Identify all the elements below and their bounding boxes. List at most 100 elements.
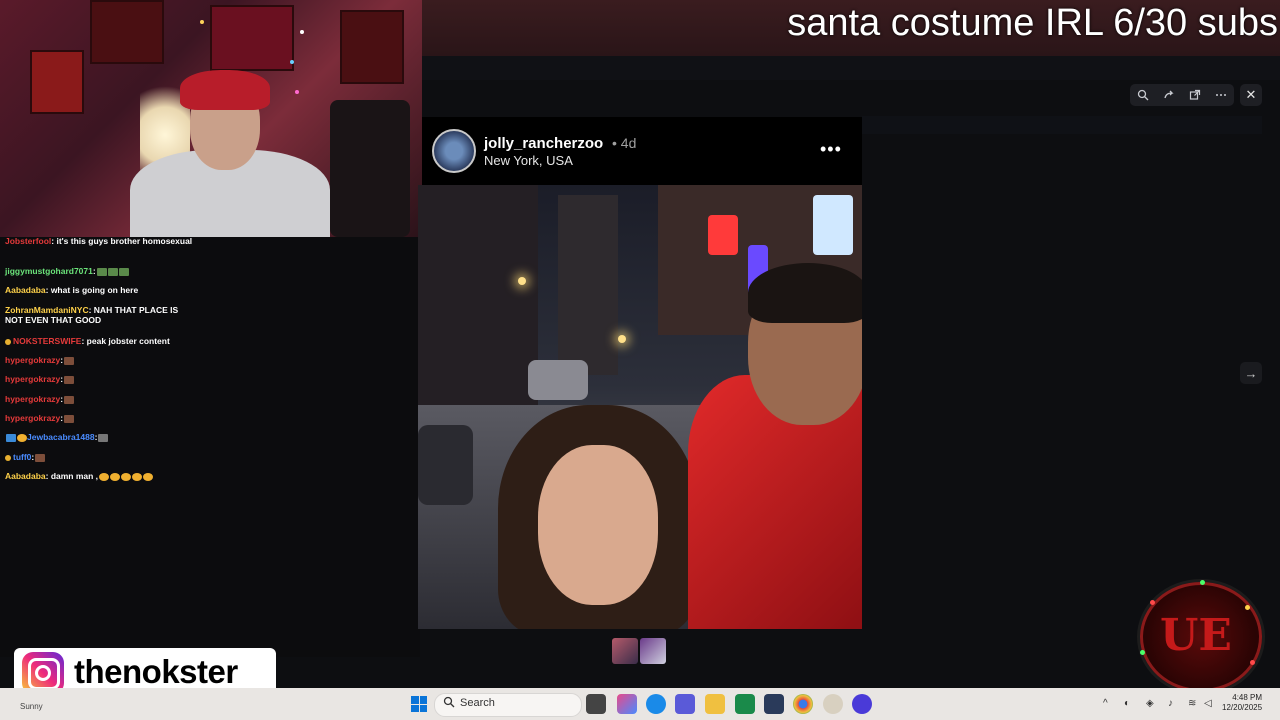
- chat-text: : damn man ,: [45, 471, 99, 481]
- chat-text: :: [92, 266, 96, 276]
- more-options-icon[interactable]: •••: [820, 139, 842, 160]
- chat-text: :: [31, 452, 35, 462]
- emote-icon: [96, 267, 107, 276]
- emote-icon: [132, 472, 143, 481]
- chat-username: Jobsterfool: [5, 236, 52, 246]
- chat-text: :: [60, 374, 64, 384]
- chat-username: jiggymustgohard7071: [5, 266, 93, 276]
- badge-icon: [6, 433, 16, 442]
- post-header: jolly_rancherzoo • 4d New York, USA •••: [422, 117, 862, 185]
- webcam-feed: [0, 0, 422, 237]
- microphone-icon[interactable]: ♪: [1168, 698, 1173, 709]
- logo-light: [1250, 660, 1255, 665]
- chat-text: : it's this guys brother homosexual: [51, 236, 193, 246]
- photo-building: [558, 195, 618, 375]
- chat-message: ZohranMamdaniNYC: NAH THAT PLACE IS NOT …: [5, 305, 195, 325]
- weather-widget[interactable]: Sunny: [20, 702, 43, 711]
- chat-username: hypergokrazy: [5, 355, 61, 365]
- chat-username: hypergokrazy: [5, 374, 61, 384]
- chat-text: :: [60, 394, 64, 404]
- chat-message: Jewbacabra1488:: [5, 432, 195, 442]
- emote-icon: [118, 267, 129, 276]
- emote-icon: [143, 472, 154, 481]
- badge-icon: [17, 433, 27, 442]
- instagram-handle: thenokster: [74, 653, 238, 690]
- edge-icon[interactable]: [646, 694, 666, 714]
- clock-date: 12/20/2025: [1222, 703, 1263, 712]
- post-age: • 4d: [612, 135, 637, 151]
- gaming-chair: [330, 100, 410, 237]
- chat-message: tuff0:: [5, 452, 195, 462]
- emote-icon: [64, 414, 75, 423]
- instagram-post: jolly_rancherzoo • 4d New York, USA •••: [418, 117, 862, 629]
- logo-light: [1200, 580, 1205, 585]
- teams-icon[interactable]: [675, 694, 695, 714]
- task-view-icon[interactable]: [586, 694, 606, 714]
- avatar[interactable]: [432, 129, 476, 173]
- string-light: [300, 30, 304, 34]
- post-location[interactable]: New York, USA: [484, 153, 573, 168]
- search-icon: [443, 696, 457, 710]
- more-horizontal-icon[interactable]: [1214, 88, 1228, 102]
- photo-car: [528, 360, 588, 400]
- windows-taskbar: [0, 688, 1280, 720]
- thumbnail[interactable]: [612, 638, 638, 664]
- chat-message: NOKSTERSWIFE: peak jobster content: [5, 336, 195, 346]
- page-header-strip: [422, 56, 1280, 80]
- faded-background-strip: [862, 116, 1262, 134]
- logo-light: [1150, 600, 1155, 605]
- chat-text: :: [60, 355, 64, 365]
- volume-icon[interactable]: ◁: [1204, 698, 1212, 709]
- chat-message: Aabadaba: what is going on here: [5, 285, 195, 295]
- wifi-icon[interactable]: ≋: [1188, 698, 1196, 709]
- close-viewer-button[interactable]: ✕: [1240, 84, 1262, 106]
- chat-message: jiggymustgohard7071:: [5, 266, 195, 276]
- file-explorer-icon[interactable]: [705, 694, 725, 714]
- next-image-button[interactable]: →: [1240, 362, 1262, 384]
- windows-start-icon[interactable]: [411, 696, 427, 712]
- copilot-icon[interactable]: [617, 694, 637, 714]
- emote-icon: [64, 356, 75, 365]
- chat-text: : peak jobster content: [81, 336, 170, 346]
- chat-message: Aabadaba: damn man ,: [5, 471, 195, 481]
- close-icon: ✕: [1245, 87, 1257, 102]
- tray-app-icon[interactable]: ◈: [1146, 698, 1154, 709]
- chat-text: :: [60, 413, 64, 423]
- excel-icon[interactable]: [735, 694, 755, 714]
- taskbar-clock[interactable]: 4:48 PM 12/20/2025: [1222, 693, 1262, 713]
- chevron-up-icon[interactable]: ^: [1103, 698, 1108, 709]
- wall-poster: [340, 10, 404, 84]
- string-light: [290, 60, 294, 64]
- photo-neon-sign: [813, 195, 853, 255]
- logo-light: [1140, 650, 1145, 655]
- badge-icon: [5, 338, 11, 345]
- share-icon[interactable]: [1162, 88, 1176, 102]
- post-username[interactable]: jolly_rancherzoo: [484, 135, 603, 152]
- store-icon[interactable]: [764, 694, 784, 714]
- open-external-icon[interactable]: [1188, 88, 1202, 102]
- tray-app-icon[interactable]: ◐: [1124, 698, 1130, 709]
- streamer-headwear: [180, 70, 270, 110]
- photo-person-face: [538, 445, 658, 605]
- zoom-in-icon[interactable]: [1136, 88, 1150, 102]
- chat-message: Jobsterfool: it's this guys brother homo…: [5, 236, 195, 246]
- post-photo[interactable]: [418, 185, 862, 629]
- emote-icon: [35, 453, 46, 462]
- arrow-right-icon: →: [1244, 365, 1258, 381]
- chrome-icon[interactable]: [793, 694, 813, 714]
- chat-message: hypergokrazy:: [5, 394, 195, 404]
- chat-username: hypergokrazy: [5, 413, 61, 423]
- photo-building: [418, 185, 538, 405]
- stream-chat: [0, 237, 420, 657]
- chat-username: Aabadaba: [5, 285, 46, 295]
- thumbnail[interactable]: [640, 638, 666, 664]
- chat-message: hypergokrazy:: [5, 413, 195, 423]
- string-light: [200, 20, 204, 24]
- app-icon[interactable]: [823, 694, 843, 714]
- chat-username: ZohranMamdaniNYC: [5, 305, 89, 315]
- stream-title: santa costume IRL 6/30 subs: [787, 2, 1278, 44]
- obs-icon[interactable]: [852, 694, 872, 714]
- chat-text: :: [94, 432, 98, 442]
- clock-time: 4:48 PM: [1232, 693, 1263, 702]
- emote-icon: [64, 395, 75, 404]
